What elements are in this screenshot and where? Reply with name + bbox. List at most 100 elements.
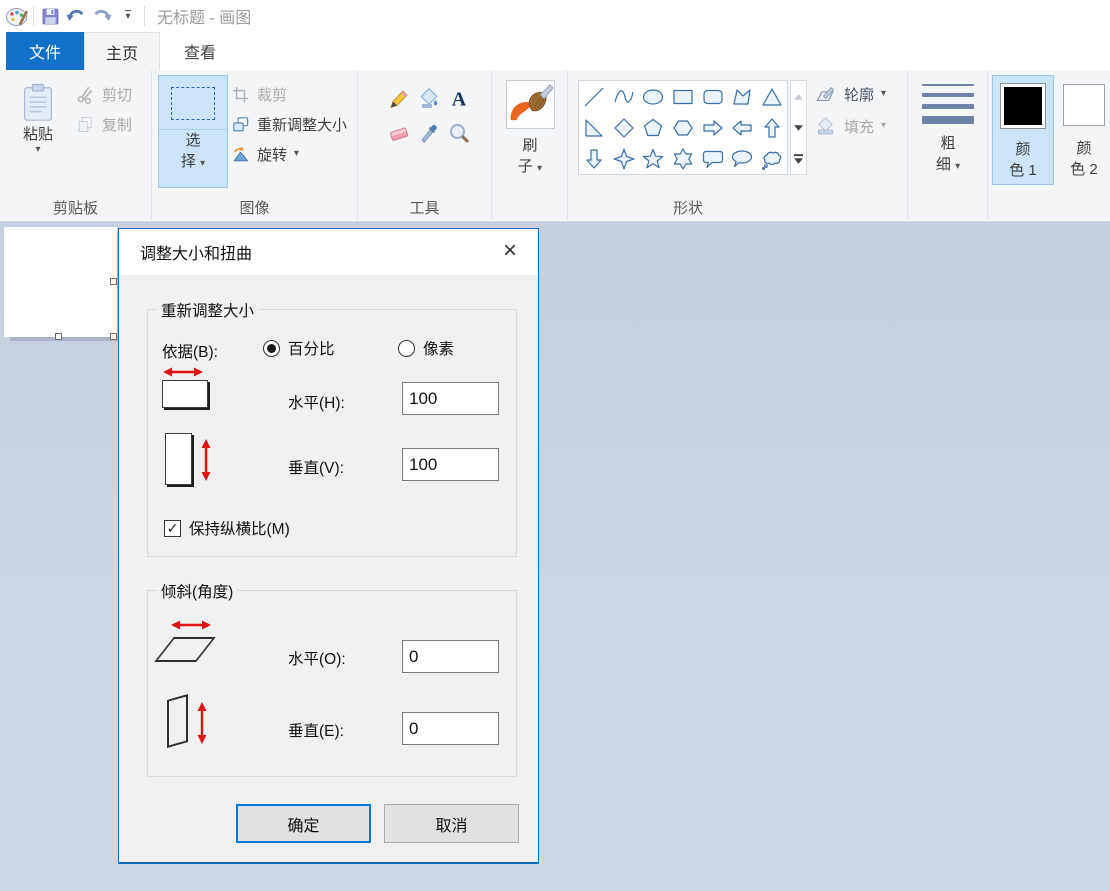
rotate-button[interactable]: 旋转 ▾ — [231, 143, 299, 165]
brush-icon — [506, 80, 555, 129]
shape-star-4[interactable] — [609, 143, 639, 174]
copy-label: 复制 — [102, 114, 132, 135]
crop-button[interactable]: 裁剪 — [231, 83, 287, 105]
radio-pixels-label: 像素 — [423, 337, 454, 359]
crop-label: 裁剪 — [257, 84, 287, 105]
selection-rectangle-icon — [171, 87, 215, 120]
color1-button[interactable]: 颜 色 1 — [992, 75, 1054, 185]
skew-group-label: 倾斜(角度) — [157, 580, 237, 602]
radio-pixels[interactable]: 像素 — [398, 337, 454, 359]
vertical-resize-icon — [165, 433, 192, 485]
fill-icon — [815, 117, 837, 136]
shape-diamond[interactable] — [609, 112, 639, 143]
group-brushes: 刷 子 ▾ — [492, 70, 568, 221]
shapes-scroll-up-button[interactable] — [791, 81, 806, 112]
shape-polygon[interactable] — [727, 81, 757, 112]
color1-label: 颜 — [1015, 139, 1030, 160]
canvas-resize-handle-corner[interactable] — [110, 333, 117, 340]
group-colors: 颜 色 1 颜 色 2 — [988, 70, 1110, 221]
fill-with-color-tool-button[interactable] — [414, 82, 444, 116]
group-label-clipboard: 剪贴板 — [0, 197, 151, 218]
skew-vertical-input[interactable] — [402, 712, 499, 745]
ribbon-tab-strip: 文件 主页 查看 — [0, 32, 1110, 70]
shape-line[interactable] — [579, 81, 609, 112]
resize-vertical-input[interactable] — [402, 448, 499, 481]
chevron-down-icon: ▾ — [537, 163, 542, 174]
cancel-button[interactable]: 取消 — [384, 804, 519, 843]
resize-horizontal-input[interactable] — [402, 382, 499, 415]
shapes-gallery — [578, 80, 788, 175]
paste-button[interactable]: 粘贴 ▾ — [10, 76, 66, 190]
shape-pentagon[interactable] — [638, 112, 668, 143]
text-tool-button[interactable]: A — [444, 82, 474, 116]
canvas-resize-handle-right[interactable] — [110, 278, 117, 285]
shape-hexagon[interactable] — [668, 112, 698, 143]
fill-label: 填充 — [844, 116, 874, 137]
chevron-down-icon: ▾ — [955, 161, 960, 172]
shapes-more-button[interactable] — [791, 143, 806, 174]
tab-view[interactable]: 查看 — [160, 32, 240, 70]
shape-ellipse[interactable] — [638, 81, 668, 112]
divider — [33, 6, 34, 26]
size-button[interactable]: 粗 细 ▾ — [916, 78, 980, 190]
outline-label: 轮廓 — [844, 84, 874, 105]
eraser-tool-button[interactable] — [384, 116, 414, 150]
shape-star-5[interactable] — [638, 143, 668, 174]
shape-rectangle[interactable] — [668, 81, 698, 112]
dialog-close-button[interactable]: × — [496, 237, 524, 265]
resize-group-label: 重新调整大小 — [157, 299, 258, 321]
copy-button[interactable]: 复制 — [76, 113, 132, 135]
fill-button[interactable]: 填充 ▾ — [815, 115, 886, 137]
maintain-aspect-label: 保持纵横比(M) — [189, 517, 290, 539]
shape-arrow-left[interactable] — [727, 112, 757, 143]
shapes-scroll-down-button[interactable] — [791, 112, 806, 143]
select-button[interactable]: 选 择 ▾ — [158, 75, 228, 188]
pencil-icon — [387, 87, 411, 111]
save-button[interactable] — [37, 2, 63, 30]
shape-star-6[interactable] — [668, 143, 698, 174]
resize-horizontal-label: 水平(H): — [288, 391, 345, 413]
shape-arrow-right[interactable] — [698, 112, 728, 143]
brushes-button[interactable]: 刷 子 ▾ — [504, 80, 556, 188]
pencil-tool-button[interactable] — [384, 82, 414, 116]
shape-callout-oval[interactable] — [727, 143, 757, 174]
chevron-down-icon: ▾ — [294, 149, 299, 159]
shape-callout-rounded[interactable] — [698, 143, 728, 174]
skew-horizontal-input[interactable] — [402, 640, 499, 673]
ok-button[interactable]: 确定 — [236, 804, 371, 843]
magnifier-tool-button[interactable] — [444, 116, 474, 150]
color2-swatch — [1063, 84, 1105, 126]
chevron-down-icon: ▾ — [881, 121, 886, 131]
resize-label: 重新调整大小 — [257, 114, 347, 135]
rotate-icon — [231, 145, 250, 164]
redo-button[interactable] — [89, 2, 115, 30]
group-tools: A 工具 — [358, 70, 492, 221]
dialog-title: 调整大小和扭曲 — [140, 240, 252, 264]
select-label: 选 — [185, 130, 200, 151]
color2-label: 颜 — [1076, 138, 1091, 159]
cut-button[interactable]: 剪切 — [76, 83, 132, 105]
paint-logo-icon — [4, 2, 30, 30]
radio-percent[interactable]: 百分比 — [263, 337, 335, 359]
undo-button[interactable] — [63, 2, 89, 30]
shape-rounded-rectangle[interactable] — [698, 81, 728, 112]
color2-button[interactable]: 颜 色 2 — [1060, 75, 1108, 185]
tab-file[interactable]: 文件 — [6, 32, 84, 70]
horizontal-skew-icon — [154, 637, 216, 662]
size-label: 粗 — [940, 133, 955, 154]
shape-callout-cloud[interactable] — [757, 143, 787, 174]
color-picker-tool-button[interactable] — [414, 116, 444, 150]
shape-right-triangle[interactable] — [579, 112, 609, 143]
canvas-resize-handle-bottom[interactable] — [55, 333, 62, 340]
resize-button[interactable]: 重新调整大小 — [231, 113, 347, 135]
customize-quick-access-dropdown[interactable]: ▾ — [115, 2, 141, 30]
shape-triangle[interactable] — [757, 81, 787, 112]
maintain-aspect-checkbox[interactable]: ✓ 保持纵横比(M) — [164, 517, 290, 539]
tab-home[interactable]: 主页 — [84, 32, 160, 70]
outline-button[interactable]: 轮廓 ▾ — [815, 83, 886, 105]
shape-arrow-down[interactable] — [579, 143, 609, 174]
shape-curve[interactable] — [609, 81, 639, 112]
dialog-title-bar[interactable]: 调整大小和扭曲 — [119, 229, 538, 275]
shape-arrow-up[interactable] — [757, 112, 787, 143]
drawing-canvas[interactable] — [4, 227, 117, 337]
